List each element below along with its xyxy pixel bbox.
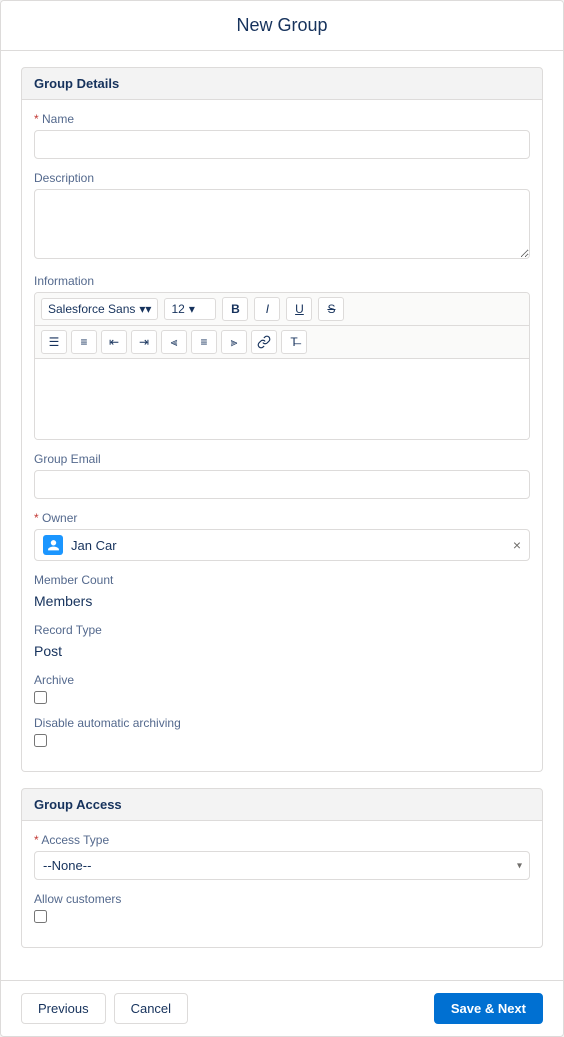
access-type-group: Access Type --None-- Public Private Unli… <box>34 833 530 880</box>
modal-footer: Previous Cancel Save & Next <box>1 980 563 1036</box>
description-group: Description <box>34 171 530 262</box>
name-group: Name <box>34 112 530 159</box>
font-size-value: 12 <box>171 302 184 316</box>
record-type-group: Record Type Post <box>34 623 530 661</box>
member-count-value: Members <box>34 591 530 611</box>
allow-customers-label: Allow customers <box>34 892 530 906</box>
disable-archive-checkbox-row <box>34 734 530 747</box>
toolbar-row2: ☰ ≡ ⇤ ⇥ ⫷ ≡ ⫸ <box>35 326 529 359</box>
modal-header: New Group <box>1 1 563 51</box>
indent-right-button[interactable]: ⇥ <box>131 330 157 354</box>
group-details-header: Group Details <box>21 67 543 100</box>
description-input[interactable] <box>34 189 530 259</box>
bold-button[interactable]: B <box>222 297 248 321</box>
owner-clear-button[interactable]: × <box>513 538 521 552</box>
disable-archive-label: Disable automatic archiving <box>34 716 530 730</box>
group-details-body: Name Description Information Sales <box>21 100 543 772</box>
member-count-label: Member Count <box>34 573 530 587</box>
save-next-button[interactable]: Save & Next <box>434 993 543 1024</box>
allow-customers-checkbox-row <box>34 910 530 923</box>
member-count-group: Member Count Members <box>34 573 530 611</box>
font-size-select[interactable]: 12 ▾ <box>164 298 216 320</box>
allow-customers-group: Allow customers <box>34 892 530 923</box>
font-family-chevron: ▾ <box>139 302 151 316</box>
archive-checkbox[interactable] <box>34 691 47 704</box>
archive-checkbox-row <box>34 691 530 704</box>
rich-text-content[interactable] <box>35 359 529 439</box>
footer-left-buttons: Previous Cancel <box>21 993 188 1024</box>
modal-container: New Group Group Details Name Description <box>0 0 564 1037</box>
font-family-select[interactable]: Salesforce Sans ▾ <box>41 298 158 320</box>
group-email-input[interactable] <box>34 470 530 499</box>
group-access-header: Group Access <box>21 788 543 821</box>
name-label: Name <box>34 112 530 126</box>
archive-label: Archive <box>34 673 530 687</box>
group-email-label: Group Email <box>34 452 530 466</box>
font-family-value: Salesforce Sans <box>48 302 135 316</box>
modal-body: Group Details Name Description Informati… <box>1 51 563 980</box>
description-label: Description <box>34 171 530 185</box>
group-access-section: Group Access Access Type --None-- Public… <box>21 788 543 948</box>
previous-button[interactable]: Previous <box>21 993 106 1024</box>
group-access-body: Access Type --None-- Public Private Unli… <box>21 821 543 948</box>
modal-title: New Group <box>21 15 543 36</box>
clear-format-button[interactable]: T̶ <box>281 330 307 354</box>
strikethrough-button[interactable]: S <box>318 297 344 321</box>
information-group: Information Salesforce Sans ▾ 12 ▾ <box>34 274 530 440</box>
group-email-group: Group Email <box>34 452 530 499</box>
record-type-value: Post <box>34 641 530 661</box>
indent-left-button[interactable]: ⇤ <box>101 330 127 354</box>
ordered-list-button[interactable]: ≡ <box>71 330 97 354</box>
owner-group: Owner Jan Car × <box>34 511 530 561</box>
owner-label: Owner <box>34 511 530 525</box>
owner-name-value: Jan Car <box>71 538 513 553</box>
disable-archive-group: Disable automatic archiving <box>34 716 530 747</box>
owner-field[interactable]: Jan Car × <box>34 529 530 561</box>
access-type-label: Access Type <box>34 833 530 847</box>
record-type-label: Record Type <box>34 623 530 637</box>
link-button[interactable] <box>251 330 277 354</box>
archive-group: Archive <box>34 673 530 704</box>
group-details-section: Group Details Name Description Informati… <box>21 67 543 772</box>
rich-text-toolbar: Salesforce Sans ▾ 12 ▾ B I U S <box>34 292 530 440</box>
italic-button[interactable]: I <box>254 297 280 321</box>
toolbar-row1: Salesforce Sans ▾ 12 ▾ B I U S <box>35 293 529 326</box>
align-center-button[interactable]: ≡ <box>191 330 217 354</box>
cancel-button[interactable]: Cancel <box>114 993 188 1024</box>
access-type-select-wrapper: --None-- Public Private Unlisted ▾ <box>34 851 530 880</box>
name-input[interactable] <box>34 130 530 159</box>
underline-button[interactable]: U <box>286 297 312 321</box>
disable-archive-checkbox[interactable] <box>34 734 47 747</box>
align-left-button[interactable]: ⫷ <box>161 330 187 354</box>
allow-customers-checkbox[interactable] <box>34 910 47 923</box>
unordered-list-button[interactable]: ☰ <box>41 330 67 354</box>
access-type-select[interactable]: --None-- Public Private Unlisted <box>34 851 530 880</box>
owner-person-icon <box>43 535 63 555</box>
align-right-button[interactable]: ⫸ <box>221 330 247 354</box>
font-size-chevron: ▾ <box>189 302 195 316</box>
information-label: Information <box>34 274 530 288</box>
